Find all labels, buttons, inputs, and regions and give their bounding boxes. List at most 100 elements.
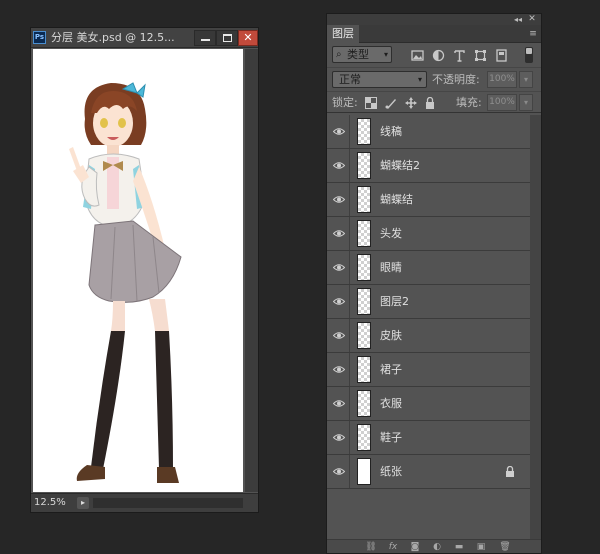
lock-position-icon[interactable] [405,97,417,109]
zoom-level-field[interactable]: 12.5% [34,496,74,510]
layer-row[interactable]: 衣服 [327,387,530,421]
smart-object-filter-icon[interactable] [495,49,508,62]
layer-visibility-toggle[interactable] [327,455,350,488]
lock-transparent-pixels-icon[interactable] [365,97,377,109]
layer-row[interactable]: 鞋子 [327,421,530,455]
new-layer-icon[interactable]: ▣ [475,541,487,553]
layer-thumbnail[interactable] [357,288,371,315]
layer-thumbnail[interactable] [357,118,371,145]
eye-icon [333,230,345,237]
filter-kind-select[interactable]: ⌕ 类型 ▾ [332,46,392,63]
opacity-field[interactable]: 100% [487,71,517,88]
blend-mode-select[interactable]: 正常 ▾ [332,71,427,88]
lock-image-pixels-icon[interactable] [385,97,397,109]
layer-visibility-toggle[interactable] [327,387,350,420]
layer-visibility-toggle[interactable] [327,285,350,318]
maximize-button[interactable] [216,30,238,46]
layer-thumbnail[interactable] [357,390,371,417]
layer-thumbnail[interactable] [357,186,371,213]
filter-toggle-knob [526,48,532,54]
link-layers-icon[interactable]: ⛓ [365,541,377,553]
panel-close-icon[interactable]: ✕ [527,14,537,25]
eye-icon [333,162,345,169]
shape-layer-filter-icon[interactable] [474,49,487,62]
layer-filter-row: ⌕ 类型 ▾ [327,43,541,67]
filter-toggle-switch[interactable] [525,47,533,63]
eye-icon [333,468,345,475]
layer-thumbnail[interactable] [357,220,371,247]
layer-visibility-toggle[interactable] [327,353,350,386]
type-layer-filter-icon[interactable] [453,49,466,62]
lock-all-icon[interactable] [424,97,436,109]
opacity-dropdown-icon[interactable]: ▾ [519,71,533,88]
layer-thumbnail[interactable] [357,254,371,281]
layer-visibility-toggle[interactable] [327,251,350,284]
layer-mask-icon[interactable]: ◙ [409,541,421,553]
layer-thumbnail[interactable] [357,152,371,179]
layer-row[interactable]: 眼睛 [327,251,530,285]
tab-layers[interactable]: 图层 [327,25,359,43]
pixel-layer-filter-icon[interactable] [411,49,424,62]
new-group-icon[interactable]: ▬ [453,541,465,553]
layer-name[interactable]: 蝴蝶结2 [380,149,500,182]
layer-name[interactable]: 图层2 [380,285,500,318]
document-window: Ps 分层 美女.psd @ 12.5... ✕ 12.5% ▸ [30,27,259,513]
layer-row[interactable]: 头发 [327,217,530,251]
close-button[interactable]: ✕ [238,30,258,46]
eye-icon [333,298,345,305]
eye-icon [333,400,345,407]
layer-thumbnail[interactable] [357,356,371,383]
adjustment-layer-icon[interactable]: ◐ [431,541,443,553]
layer-name[interactable]: 皮肤 [380,319,500,352]
fill-field[interactable]: 100% [487,94,517,111]
layer-row[interactable]: 线稿 [327,115,530,149]
layer-name[interactable]: 纸张 [380,455,500,488]
layer-name[interactable]: 衣服 [380,387,500,420]
layer-name[interactable]: 线稿 [380,115,500,148]
document-title-bar[interactable]: Ps 分层 美女.psd @ 12.5... ✕ [31,28,258,48]
delete-layer-icon[interactable]: 🗑 [499,541,511,553]
collapse-panel-icon[interactable]: ◂◂ [513,14,523,25]
blend-mode-label: 正常 [339,73,361,86]
layer-row[interactable]: 裙子 [327,353,530,387]
layer-visibility-toggle[interactable] [327,183,350,216]
layer-name[interactable]: 裙子 [380,353,500,386]
lock-icon [505,465,515,477]
panel-menu-icon[interactable]: ≡ [527,29,539,39]
search-icon: ⌕ [336,49,342,60]
status-menu-arrow-icon[interactable]: ▸ [77,497,89,509]
layer-list-scrollbar[interactable] [530,115,541,539]
minimize-button[interactable] [194,30,216,46]
canvas-vertical-scrollbar[interactable] [245,49,258,492]
layer-list: 线稿 蝴蝶结2 蝴蝶结 头发 眼睛 图层2 皮肤 裙子 衣服 鞋子 纸张 [327,115,530,539]
layer-thumbnail[interactable] [357,424,371,451]
layer-name[interactable]: 头发 [380,217,500,250]
layer-thumbnail[interactable] [357,322,371,349]
fill-dropdown-icon[interactable]: ▾ [519,94,533,111]
adjustment-layer-filter-icon[interactable] [432,49,445,62]
layer-visibility-toggle[interactable] [327,115,350,148]
panel-dock-bar[interactable]: ◂◂ ✕ [327,14,541,25]
layer-thumbnail[interactable] [357,458,371,485]
minimize-icon [201,39,210,41]
blend-opacity-row: 正常 ▾ 不透明度: 100% ▾ [327,67,541,91]
canvas-horizontal-scrollbar[interactable] [93,498,243,508]
layers-panel: ◂◂ ✕ 图层 ≡ ⌕ 类型 ▾ 正常 ▾ 不透明度: 100% ▾ 锁定: 填… [326,13,542,554]
fx-icon[interactable]: fx [387,541,399,553]
layer-row[interactable]: 蝴蝶结 [327,183,530,217]
layer-visibility-toggle[interactable] [327,421,350,454]
chevron-down-icon: ▾ [417,75,422,84]
layer-name[interactable]: 鞋子 [380,421,500,454]
layer-row[interactable]: 皮肤 [327,319,530,353]
document-canvas[interactable] [33,49,243,492]
character-artwork [69,82,182,483]
layer-visibility-toggle[interactable] [327,217,350,250]
layer-visibility-toggle[interactable] [327,149,350,182]
layer-row[interactable]: 纸张 [327,455,530,489]
layer-row[interactable]: 图层2 [327,285,530,319]
layer-name[interactable]: 眼睛 [380,251,500,284]
layer-visibility-toggle[interactable] [327,319,350,352]
layer-name[interactable]: 蝴蝶结 [380,183,500,216]
layer-row[interactable]: 蝴蝶结2 [327,149,530,183]
eye-icon [333,434,345,441]
